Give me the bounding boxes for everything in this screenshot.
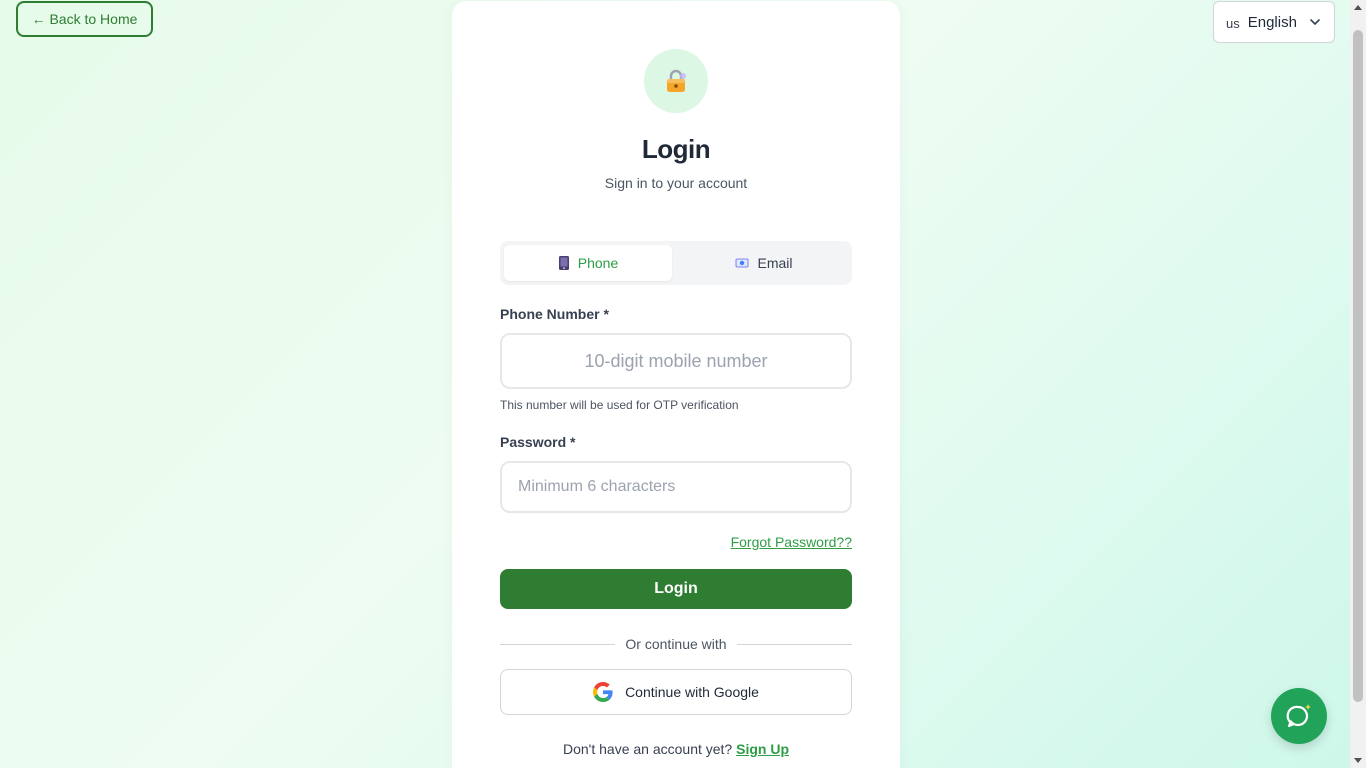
phone-helper-text: This number will be used for OTP verific… <box>500 398 739 412</box>
chevron-down-icon <box>1310 19 1320 25</box>
login-method-tabs: Phone Email <box>500 241 852 285</box>
or-divider: Or continue with <box>500 634 853 654</box>
divider-text: Or continue with <box>625 636 727 652</box>
google-icon <box>593 682 613 702</box>
signup-prompt: Don't have an account yet? <box>562 741 733 757</box>
divider-line-right <box>736 643 853 645</box>
tab-email[interactable]: Email <box>680 245 848 281</box>
tab-email-label: Email <box>757 255 793 271</box>
signup-link[interactable]: Sign Up <box>736 741 789 757</box>
language-select[interactable]: us English <box>1213 1 1335 43</box>
page-subtitle: Sign in to your account <box>604 175 748 191</box>
forgot-password-link[interactable]: Forgot Password?? <box>731 534 852 550</box>
scrollbar-thumb[interactable] <box>1353 30 1363 702</box>
google-button-label: Continue with Google <box>625 684 759 700</box>
email-icon <box>735 257 749 269</box>
password-input[interactable] <box>500 461 852 513</box>
login-card: Login Sign in to your account Phone Emai… <box>452 1 900 768</box>
page-scrollbar[interactable] <box>1350 0 1366 768</box>
chat-button[interactable] <box>1271 688 1327 744</box>
phone-number-label: Phone Number * <box>500 306 609 322</box>
phone-number-input[interactable] <box>500 333 852 389</box>
continue-with-google-button[interactable]: Continue with Google <box>500 669 852 715</box>
signup-row: Don't have an account yet? Sign Up <box>452 741 900 757</box>
lock-icon <box>667 69 686 92</box>
mobile-phone-icon <box>558 255 570 271</box>
tab-phone[interactable]: Phone <box>504 245 672 281</box>
password-label: Password * <box>500 434 576 450</box>
scroll-down-icon[interactable] <box>1354 758 1362 763</box>
page-title: Login <box>641 134 711 164</box>
login-button[interactable]: Login <box>500 569 852 609</box>
divider-line-left <box>500 643 616 645</box>
language-selected-label: English <box>1247 13 1297 31</box>
tab-phone-label: Phone <box>577 255 619 271</box>
lock-badge <box>644 49 708 113</box>
chat-sparkle-icon <box>1286 704 1311 728</box>
back-to-home-button[interactable]: ← Back to Home <box>16 1 153 37</box>
flag-label: us <box>1226 15 1240 31</box>
scroll-up-icon[interactable] <box>1354 5 1362 10</box>
